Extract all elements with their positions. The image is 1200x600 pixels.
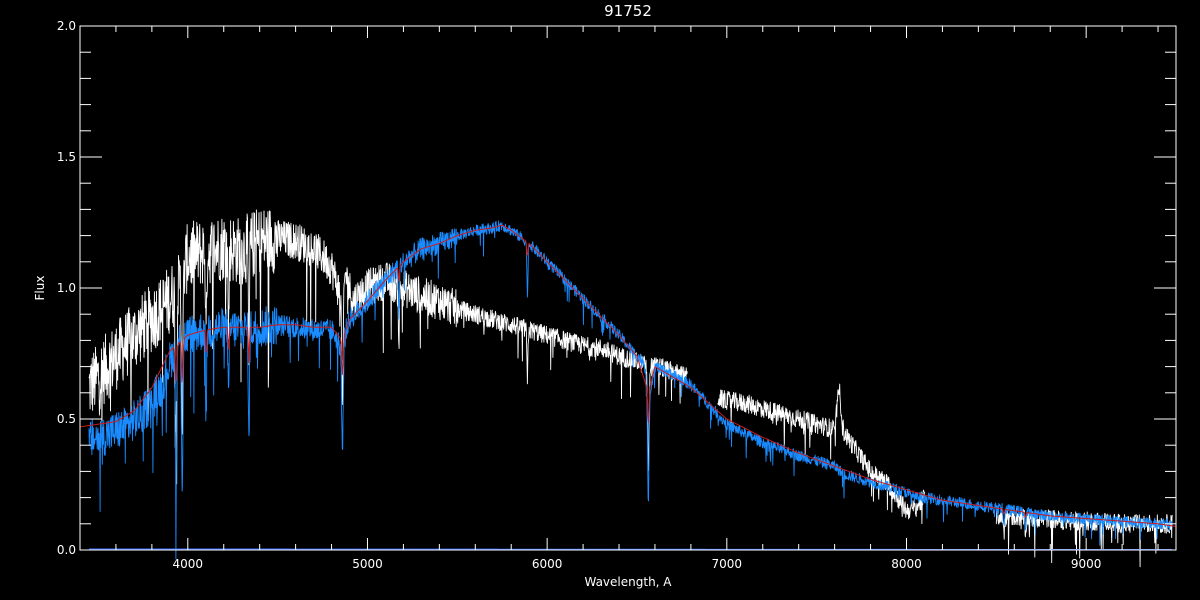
y-axis-title: Flux <box>33 276 47 301</box>
y-tick-label: 1.0 <box>57 281 76 295</box>
spectrum-chart: 91752 4000 5000 6000 7000 8000 9000 0.0 0.5 1.0 1… <box>0 0 1200 600</box>
chart-title: 91752 <box>604 2 652 20</box>
x-tick-label: 9000 <box>1071 557 1102 571</box>
y-tick-label: 0.5 <box>57 412 76 426</box>
y-tick-label: 0.0 <box>57 543 76 557</box>
x-tick-label: 4000 <box>173 557 204 571</box>
x-axis-title: Wavelength, A <box>584 575 672 589</box>
x-tick-label: 5000 <box>352 557 383 571</box>
series-line-3 <box>89 548 1172 550</box>
y-tick-label: 2.0 <box>57 19 76 33</box>
x-tick-label: 7000 <box>712 557 743 571</box>
x-tick-label: 6000 <box>532 557 563 571</box>
x-tick-label: 8000 <box>891 557 922 571</box>
y-tick-label: 1.5 <box>57 150 76 164</box>
